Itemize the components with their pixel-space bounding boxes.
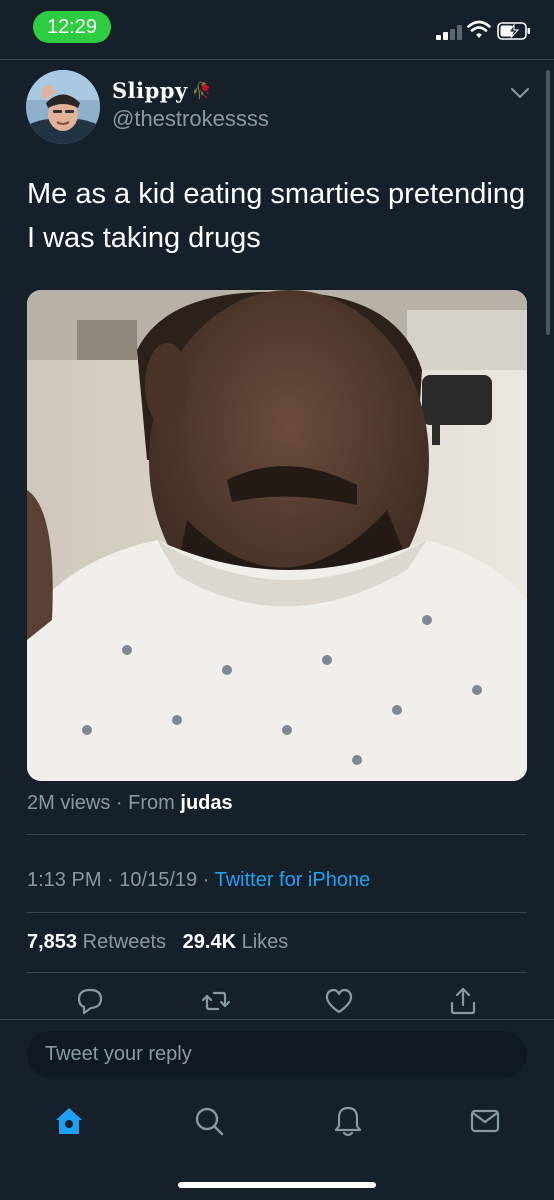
author-name-row[interactable]: Slippy 🥀 [112,78,212,103]
tweet-stats: 7,853 Retweets 29.4K Likes [27,931,288,954]
share-icon[interactable] [447,985,479,1017]
avatar-photo-icon [26,70,100,144]
mail-icon[interactable] [468,1104,502,1138]
heart-icon[interactable] [323,985,355,1017]
likes-label: Likes [241,931,289,953]
display-name[interactable]: Slippy [112,78,188,103]
cellular-signal-icon [436,24,462,40]
meta-separator: · [202,869,210,891]
divider [27,834,527,835]
bell-icon[interactable] [331,1104,365,1138]
likes-count: 29.4K [182,931,237,953]
tweet-video-media[interactable] [27,290,527,781]
retweets-count: 7,853 [27,931,78,953]
divider [27,912,527,913]
divider [27,972,527,973]
home-indicator[interactable] [178,1182,376,1188]
home-icon[interactable] [52,1104,86,1138]
meta-separator: · [107,869,114,891]
likes-stat[interactable]: 29.4K Likes [183,931,289,953]
views-count: 2M views [27,792,111,814]
retweets-stat[interactable]: 7,853 Retweets [27,931,166,953]
tweet-date: 10/15/19 [119,869,198,891]
tweet-text: Me as a kid eating smarties pretending I… [27,178,526,254]
avatar[interactable] [26,70,100,144]
retweet-icon[interactable] [200,985,232,1017]
video-views: 2M views · From judas [27,792,233,815]
scrollbar[interactable] [546,70,550,335]
divider [0,1019,554,1020]
video-source-link[interactable]: judas [180,792,232,814]
tweet-timestamp: 1:13 PM · 10/15/19 · Twitter for iPhone [27,869,370,892]
chevron-down-icon[interactable] [509,86,531,100]
tweet-time: 1:13 PM [27,869,102,891]
status-bar: 12:29 [0,0,554,58]
reply-input[interactable]: Tweet your reply [27,1031,527,1078]
tweet-client-link[interactable]: Twitter for iPhone [215,869,371,891]
header-divider [0,59,554,60]
views-separator: · [115,792,123,814]
video-thumbnail-icon [27,290,527,781]
comment-icon[interactable] [74,985,106,1017]
battery-charging-icon [497,22,530,40]
rose-emoji-icon: 🥀 [191,82,212,100]
search-icon[interactable] [192,1104,226,1138]
status-time[interactable]: 12:29 [33,11,111,43]
wifi-icon [467,20,491,38]
from-label: From [128,792,175,814]
retweets-label: Retweets [82,931,166,953]
user-handle[interactable]: @thestrokessss [112,106,269,132]
